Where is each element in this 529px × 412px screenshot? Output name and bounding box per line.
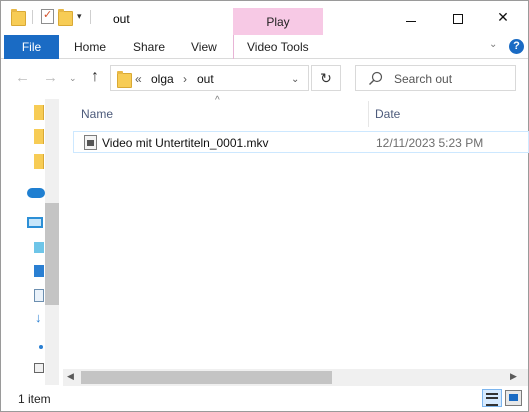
- recent-locations-icon[interactable]: ⌄: [69, 73, 77, 84]
- title-bar: ▾ out Play ✕: [1, 1, 528, 35]
- large-icons-view-icon[interactable]: [505, 390, 522, 406]
- back-arrow-icon[interactable]: ←: [15, 69, 30, 86]
- tab-share[interactable]: Share: [133, 35, 165, 59]
- contextual-tab-group: Play: [233, 8, 323, 35]
- breadcrumb-overflow[interactable]: «: [135, 72, 142, 86]
- desktop-icon[interactable]: [34, 265, 44, 277]
- music-icon[interactable]: [39, 345, 43, 349]
- close-icon: ✕: [497, 9, 509, 25]
- maximize-button[interactable]: [438, 9, 478, 29]
- close-button[interactable]: ✕: [483, 9, 523, 29]
- quick-access-toolbar: ▾: [11, 8, 95, 26]
- horizontal-scrollbar[interactable]: ◀ ▶: [63, 369, 528, 386]
- scroll-left-icon[interactable]: ◀: [67, 371, 74, 382]
- expand-ribbon-icon[interactable]: ⌄: [489, 39, 497, 50]
- 3d-objects-icon[interactable]: [34, 242, 44, 253]
- onedrive-icon[interactable]: [27, 188, 45, 198]
- this-pc-icon[interactable]: [27, 217, 43, 228]
- new-folder-icon[interactable]: [58, 9, 73, 26]
- search-box[interactable]: [355, 65, 516, 91]
- status-bar: 1 item: [1, 387, 528, 411]
- documents-icon[interactable]: [34, 289, 44, 302]
- pinned-folder-icon[interactable]: [34, 129, 44, 144]
- horizontal-scrollbar-thumb[interactable]: [81, 371, 332, 384]
- breadcrumb-out[interactable]: out: [197, 72, 214, 86]
- breadcrumb-separator[interactable]: ›: [183, 72, 187, 86]
- address-bar[interactable]: « olga › out ⌄: [110, 65, 309, 91]
- downloads-icon[interactable]: ↓: [35, 310, 42, 325]
- help-icon[interactable]: ?: [509, 39, 524, 54]
- maximize-icon: [453, 14, 463, 24]
- column-divider[interactable]: [368, 101, 369, 127]
- breadcrumb-olga[interactable]: olga: [151, 72, 174, 86]
- file-row[interactable]: Video mit Untertiteln_0001.mkv 12/11/202…: [73, 131, 529, 153]
- window-title: out: [113, 12, 130, 26]
- qat-separator: [32, 9, 33, 24]
- navigation-pane: ↓: [1, 99, 59, 385]
- contextual-tab-label: Play: [266, 15, 290, 29]
- search-icon: [368, 71, 384, 87]
- scroll-right-icon[interactable]: ▶: [510, 371, 517, 382]
- qat-separator: [89, 9, 91, 24]
- tab-home[interactable]: Home: [74, 35, 106, 59]
- tab-video-tools[interactable]: Video Tools: [247, 35, 309, 59]
- column-header-name[interactable]: Name: [81, 107, 113, 121]
- forward-arrow-icon[interactable]: →: [43, 69, 58, 86]
- tab-file[interactable]: File: [4, 35, 59, 59]
- refresh-button[interactable]: ↻: [311, 65, 341, 91]
- file-list: ^ Name Date Video mit Untertiteln_0001.m…: [63, 95, 529, 385]
- video-file-icon: [84, 135, 97, 150]
- folder-icon: [117, 71, 132, 88]
- column-header-date[interactable]: Date: [375, 107, 400, 121]
- minimize-icon: [406, 21, 416, 22]
- details-view-icon[interactable]: [482, 389, 502, 407]
- file-date: 12/11/2023 5:23 PM: [376, 136, 484, 150]
- sort-ascending-icon: ^: [215, 95, 220, 106]
- tab-view[interactable]: View: [191, 35, 217, 59]
- navigation-bar: ← → ⌄ ↑ « olga › out ⌄ ↻: [1, 59, 528, 99]
- context-divider: [233, 35, 234, 59]
- pinned-folder-icon[interactable]: [34, 154, 44, 169]
- explorer-window: ▾ out Play ✕ File Home Share View Video …: [0, 0, 529, 412]
- address-dropdown-icon[interactable]: ⌄: [291, 74, 299, 85]
- item-count: 1 item: [18, 392, 51, 406]
- ribbon-tabs: File Home Share View Video Tools ⌄ ?: [1, 35, 528, 59]
- folder-icon: [11, 9, 26, 26]
- pinned-folder-icon[interactable]: [34, 105, 44, 120]
- nav-scrollbar-thumb[interactable]: [45, 203, 59, 305]
- customize-qat-icon[interactable]: ▾: [77, 11, 82, 22]
- refresh-icon: ↻: [320, 70, 332, 86]
- minimize-button[interactable]: [391, 9, 431, 29]
- pictures-icon[interactable]: [34, 363, 44, 373]
- up-arrow-icon[interactable]: ↑: [91, 68, 99, 86]
- file-name[interactable]: Video mit Untertiteln_0001.mkv: [102, 136, 269, 150]
- properties-icon[interactable]: [41, 8, 54, 24]
- search-input[interactable]: [394, 71, 512, 87]
